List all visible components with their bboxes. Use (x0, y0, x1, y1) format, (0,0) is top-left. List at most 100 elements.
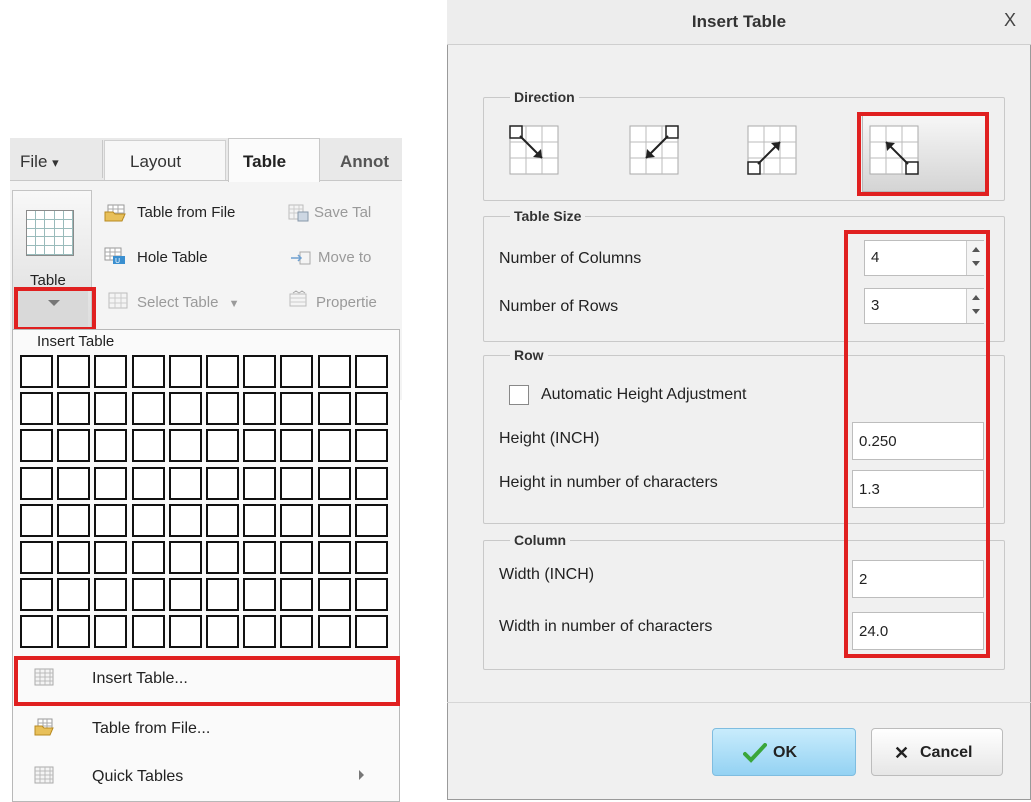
grid-cell[interactable] (20, 466, 53, 500)
table-from-file-button[interactable]: Table from File (137, 204, 235, 221)
grid-cell[interactable] (317, 392, 351, 426)
grid-cell[interactable] (57, 578, 91, 612)
grid-cell[interactable] (354, 615, 388, 649)
grid-cell[interactable] (94, 503, 128, 537)
grid-cell[interactable] (243, 503, 277, 537)
grid-cell[interactable] (168, 466, 202, 500)
grid-cell[interactable] (131, 541, 165, 574)
grid-cell[interactable] (131, 392, 165, 426)
select-table-button[interactable]: Select Table ▼ (137, 294, 240, 311)
grid-cell[interactable] (354, 466, 388, 500)
grid-cell[interactable] (94, 578, 128, 612)
grid-cell[interactable] (20, 615, 53, 649)
tab-annotate[interactable]: Annot (340, 152, 389, 172)
grid-cell[interactable] (317, 429, 351, 463)
grid-cell[interactable] (131, 578, 165, 612)
grid-cell[interactable] (243, 578, 277, 612)
grid-cell[interactable] (168, 503, 202, 537)
grid-cell[interactable] (206, 503, 239, 537)
grid-cell[interactable] (168, 541, 202, 574)
grid-cell[interactable] (57, 429, 91, 463)
tab-file[interactable]: File ▾ (20, 152, 59, 172)
grid-cell[interactable] (206, 578, 239, 612)
grid-cell[interactable] (354, 541, 388, 574)
tab-layout[interactable]: Layout (130, 152, 181, 172)
grid-cell[interactable] (206, 466, 239, 500)
grid-cell[interactable] (317, 541, 351, 574)
grid-cell[interactable] (206, 541, 239, 574)
menu-item-table-from-file[interactable]: Table from File... (14, 706, 396, 752)
grid-cell[interactable] (317, 615, 351, 649)
grid-cell[interactable] (280, 466, 314, 500)
grid-cell[interactable] (280, 541, 314, 574)
grid-cell[interactable] (57, 541, 91, 574)
grid-cell[interactable] (131, 615, 165, 649)
grid-cell[interactable] (94, 466, 128, 500)
grid-cell[interactable] (280, 615, 314, 649)
grid-cell[interactable] (20, 578, 53, 612)
grid-cell[interactable] (317, 578, 351, 612)
hole-table-button[interactable]: Hole Table (137, 249, 208, 266)
grid-cell[interactable] (131, 355, 165, 388)
grid-cell[interactable] (20, 355, 53, 388)
grid-cell[interactable] (168, 392, 202, 426)
auto-height-checkbox[interactable] (509, 385, 529, 405)
grid-cell[interactable] (206, 392, 239, 426)
grid-cell[interactable] (20, 392, 53, 426)
grid-cell[interactable] (94, 355, 128, 388)
grid-cell[interactable] (57, 355, 91, 388)
grid-cell[interactable] (20, 429, 53, 463)
grid-cell[interactable] (280, 355, 314, 388)
grid-cell[interactable] (94, 541, 128, 574)
grid-cell[interactable] (317, 355, 351, 388)
grid-cell[interactable] (94, 615, 128, 649)
grid-cell[interactable] (280, 392, 314, 426)
direction-down-left-icon[interactable] (618, 118, 690, 180)
grid-cell[interactable] (280, 429, 314, 463)
table-dropdown-arrow-button[interactable] (16, 289, 92, 329)
ok-button[interactable]: OK (712, 728, 856, 776)
move-to-button[interactable]: Move to (318, 249, 371, 266)
grid-cell[interactable] (354, 503, 388, 537)
grid-cell[interactable] (168, 615, 202, 649)
grid-cell[interactable] (280, 503, 314, 537)
grid-cell[interactable] (168, 429, 202, 463)
grid-cell[interactable] (131, 503, 165, 537)
grid-cell[interactable] (57, 392, 91, 426)
grid-cell[interactable] (243, 615, 277, 649)
grid-cell[interactable] (354, 355, 388, 388)
save-table-button[interactable]: Save Tal (314, 204, 371, 221)
grid-cell[interactable] (206, 355, 239, 388)
grid-cell[interactable] (57, 615, 91, 649)
grid-cell[interactable] (317, 466, 351, 500)
grid-cell[interactable] (354, 578, 388, 612)
grid-cell[interactable] (94, 429, 128, 463)
grid-cell[interactable] (168, 578, 202, 612)
grid-cell[interactable] (243, 355, 277, 388)
direction-down-right-icon[interactable] (498, 118, 570, 180)
direction-up-right-icon[interactable] (736, 118, 808, 180)
grid-cell[interactable] (168, 355, 202, 388)
grid-cell[interactable] (243, 392, 277, 426)
properties-button[interactable]: Propertie (316, 294, 377, 311)
grid-cell[interactable] (57, 466, 91, 500)
grid-cell[interactable] (57, 503, 91, 537)
grid-cell[interactable] (243, 429, 277, 463)
tab-table[interactable]: Table (243, 152, 286, 172)
grid-cell[interactable] (243, 541, 277, 574)
grid-cell[interactable] (317, 503, 351, 537)
grid-cell[interactable] (131, 429, 165, 463)
cancel-button[interactable]: ✕ Cancel (871, 728, 1003, 776)
grid-cell[interactable] (206, 429, 239, 463)
grid-cell[interactable] (206, 615, 239, 649)
grid-cell[interactable] (354, 392, 388, 426)
grid-cell[interactable] (131, 466, 165, 500)
menu-item-quick-tables[interactable]: Quick Tables (14, 754, 396, 800)
grid-cell[interactable] (20, 541, 53, 574)
grid-cell[interactable] (20, 503, 53, 537)
close-icon[interactable]: X (1004, 10, 1016, 31)
grid-cell[interactable] (354, 429, 388, 463)
grid-cell[interactable] (243, 466, 277, 500)
grid-cell[interactable] (280, 578, 314, 612)
grid-cell[interactable] (94, 392, 128, 426)
